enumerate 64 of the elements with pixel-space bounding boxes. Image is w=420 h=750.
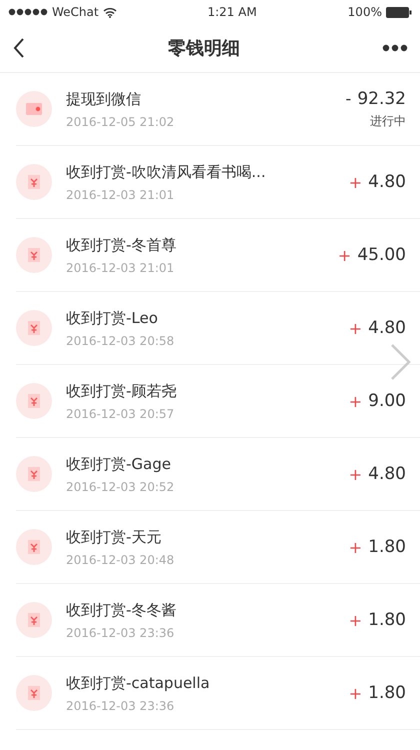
transaction-row[interactable]: 收到打赏-吹吹清风看看书喝... 2016-12-03 21:01 + 4.80 bbox=[16, 146, 420, 219]
transaction-row[interactable]: 收到打赏-天元 2016-12-03 20:48 + 1.80 bbox=[16, 511, 420, 584]
signal-icon bbox=[8, 8, 48, 16]
amount-sign: + bbox=[348, 684, 362, 702]
carrier-name: WeChat bbox=[52, 5, 99, 19]
wallet-icon bbox=[25, 102, 43, 116]
transaction-title: 收到打赏-吹吹清风看看书喝... bbox=[66, 162, 267, 182]
transaction-title: 收到打赏-顾若尧 bbox=[66, 382, 178, 400]
transaction-title: 收到打赏-Leo bbox=[66, 308, 159, 328]
transaction-time: 2016-12-03 20:58 bbox=[66, 334, 176, 348]
amount-sign: + bbox=[348, 538, 362, 556]
transaction-title: 收到打赏-冬冬酱 bbox=[66, 600, 178, 620]
wifi-icon bbox=[102, 6, 117, 18]
transaction-row[interactable]: 收到打赏-冬首尊 2016-12-03 21:01 + 45.00 bbox=[16, 219, 420, 292]
more-button[interactable] bbox=[382, 44, 408, 52]
transaction-amount: 9.00 bbox=[368, 391, 406, 411]
transaction-amount: 1.80 bbox=[368, 683, 406, 703]
amount-sign: + bbox=[338, 246, 352, 264]
amount-sign: + bbox=[348, 464, 362, 484]
transaction-amount: 4.80 bbox=[368, 172, 406, 192]
amount-sign: + bbox=[348, 392, 362, 410]
transaction-amount: 45.00 bbox=[357, 245, 406, 265]
envelope-yen-icon bbox=[27, 393, 41, 409]
envelope-yen-icon bbox=[27, 320, 41, 336]
transaction-time: 2016-12-05 21:02 bbox=[66, 114, 176, 128]
transaction-amount: 4.80 bbox=[368, 464, 406, 484]
page-title: 零钱明细 bbox=[168, 37, 240, 60]
amount-sign: - bbox=[346, 89, 352, 108]
transaction-amount: 4.80 bbox=[368, 318, 406, 338]
transaction-row[interactable]: 收到打赏-顾若尧 2016-12-03 20:57 + 9.00 bbox=[16, 365, 420, 438]
transaction-time: 2016-12-03 20:52 bbox=[66, 480, 176, 494]
envelope-yen-icon bbox=[27, 612, 41, 628]
envelope-yen-icon bbox=[27, 466, 41, 482]
transaction-amount: 1.80 bbox=[368, 610, 406, 630]
transaction-title: 收到打赏-天元 bbox=[66, 528, 162, 546]
transaction-row[interactable]: 收到打赏-冬冬酱 2016-12-03 23:36 + 1.80 bbox=[16, 584, 420, 657]
transaction-amount: 92.32 bbox=[357, 88, 406, 108]
transaction-status: 进行中 bbox=[370, 112, 406, 130]
battery-icon bbox=[386, 6, 412, 18]
clock-time: 1:21 AM bbox=[207, 5, 257, 19]
battery-percent: 100% bbox=[348, 5, 382, 19]
envelope-yen-icon bbox=[27, 247, 41, 263]
envelope-yen-icon bbox=[27, 539, 41, 555]
transaction-title: 收到打赏-catapuella bbox=[66, 674, 211, 692]
transaction-time: 2016-12-03 20:48 bbox=[66, 552, 176, 566]
envelope-yen-icon bbox=[27, 685, 41, 701]
transaction-amount: 1.80 bbox=[368, 537, 406, 557]
amount-sign: + bbox=[348, 172, 362, 192]
amount-sign: + bbox=[348, 610, 362, 630]
back-button[interactable] bbox=[12, 37, 26, 59]
transaction-row[interactable]: 收到打赏-Leo 2016-12-03 20:58 + 4.80 bbox=[16, 292, 420, 365]
transaction-title: 收到打赏-冬首尊 bbox=[66, 236, 178, 254]
transaction-title: 提现到微信 bbox=[66, 90, 142, 108]
envelope-yen-icon bbox=[27, 174, 41, 190]
transaction-title: 收到打赏-Gage bbox=[66, 454, 172, 474]
amount-sign: + bbox=[348, 318, 362, 338]
transaction-time: 2016-12-03 23:36 bbox=[66, 626, 176, 640]
transaction-row[interactable]: 提现到微信 2016-12-05 21:02 - 92.32 进行中 bbox=[16, 73, 420, 146]
transaction-time: 2016-12-03 21:01 bbox=[66, 188, 176, 202]
transaction-row[interactable]: 收到打赏-catapuella 2016-12-03 23:36 + 1.80 bbox=[16, 657, 420, 730]
transaction-row[interactable]: 收到打赏-Gage 2016-12-03 20:52 + 4.80 bbox=[16, 438, 420, 511]
transaction-time: 2016-12-03 23:36 bbox=[66, 698, 176, 712]
transaction-time: 2016-12-03 20:57 bbox=[66, 406, 176, 420]
transaction-time: 2016-12-03 21:01 bbox=[66, 260, 176, 274]
